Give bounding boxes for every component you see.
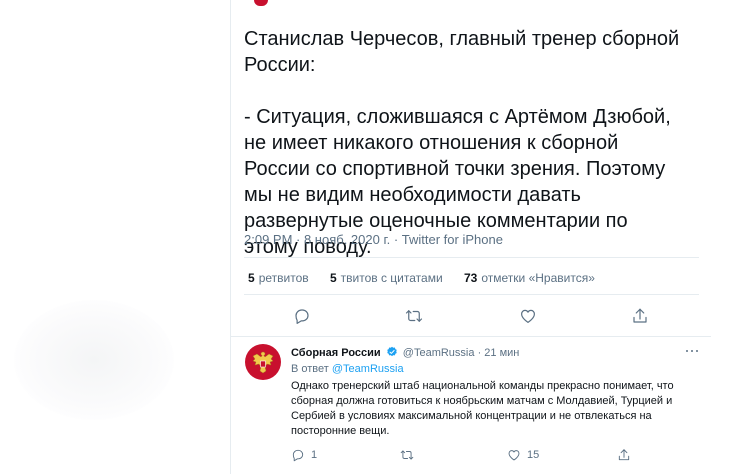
quotes-label: твитов с цитатами	[340, 271, 443, 285]
tweet-text-line-1: Станислав Черчесов, главный тренер сборн…	[244, 28, 680, 76]
share-icon[interactable]	[628, 304, 652, 328]
quotes-stat[interactable]: 5 твитов с цитатами	[330, 271, 443, 285]
background-shadow	[14, 300, 174, 420]
reply-like-count: 15	[527, 449, 540, 461]
likes-count: 73	[464, 271, 478, 285]
reply-header: Сборная России @TeamRussia · 21 мин	[291, 346, 519, 361]
right-gutter	[712, 0, 730, 474]
reply-actions: 1 15	[291, 446, 691, 464]
reply-reply-button[interactable]: 1	[291, 446, 317, 464]
retweets-stat[interactable]: 5 ретвитов	[248, 271, 309, 285]
more-options-icon[interactable]	[682, 346, 702, 356]
likes-label: отметки «Нравится»	[481, 271, 595, 285]
reply-like-button[interactable]: 15	[507, 446, 539, 464]
reply-text: Однако тренерский штаб национальной кома…	[291, 380, 674, 437]
tweet-text: Станислав Черчесов, главный тренер сборн…	[244, 26, 684, 260]
likes-stat[interactable]: 73 отметки «Нравится»	[464, 271, 595, 285]
double-headed-eagle-icon	[252, 351, 274, 374]
reply-icon	[292, 449, 304, 462]
reply-retweet-button[interactable]	[399, 446, 421, 464]
retweet-icon	[400, 450, 414, 460]
tweet-actions	[244, 304, 699, 328]
tweet-timestamp[interactable]: 2:09 PM · 8 нояб. 2020 г. · Twitter for …	[244, 232, 503, 247]
retweet-icon[interactable]	[402, 304, 426, 328]
team-russia-avatar[interactable]	[245, 344, 281, 380]
reply-icon[interactable]	[290, 304, 314, 328]
like-icon[interactable]	[516, 304, 540, 328]
like-icon	[508, 450, 520, 461]
reply-to-line: В ответ @TeamRussia	[291, 363, 404, 375]
verified-badge-icon	[386, 346, 398, 361]
divider-top	[244, 257, 699, 258]
share-icon	[618, 449, 630, 461]
reply-handle[interactable]: @TeamRussia	[403, 347, 475, 359]
reply-time[interactable]: · 21 мин	[478, 347, 520, 359]
quotes-count: 5	[329, 271, 337, 285]
left-column	[0, 0, 230, 474]
reply-share-button[interactable]	[617, 446, 631, 464]
reply-to-prefix: В ответ	[291, 363, 329, 375]
reply-display-name[interactable]: Сборная России	[291, 347, 381, 359]
tweet-stats: 5 ретвитов 5 твитов с цитатами 73 отметки «…	[248, 271, 613, 285]
retweets-count: 5	[248, 271, 255, 285]
divider-middle	[244, 294, 699, 295]
reply-to-handle-link[interactable]: @TeamRussia	[332, 363, 404, 375]
reply-reply-count: 1	[311, 449, 318, 461]
retweets-label: ретвитов	[258, 271, 309, 285]
